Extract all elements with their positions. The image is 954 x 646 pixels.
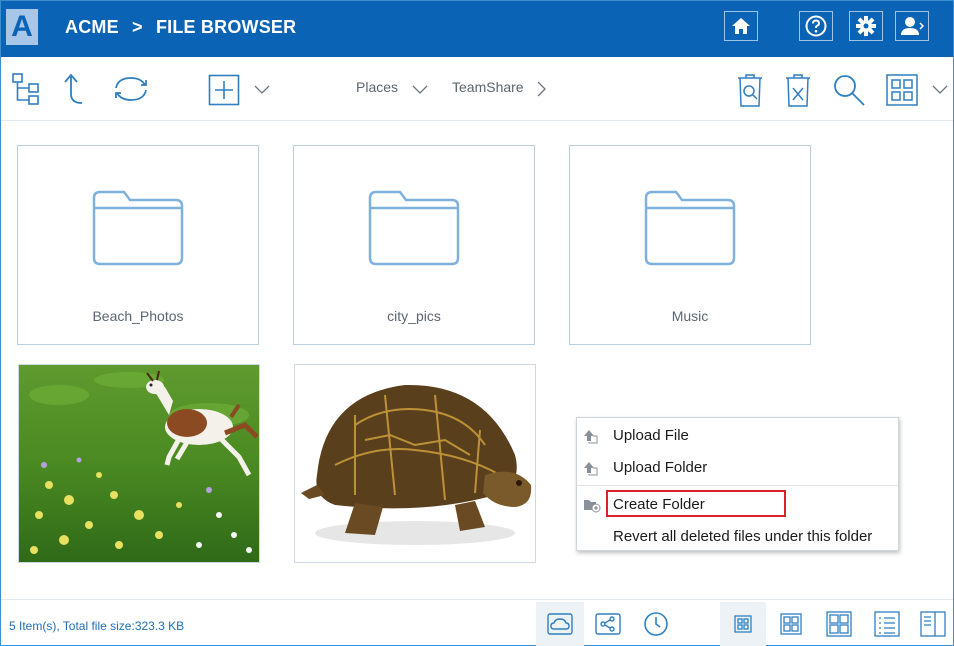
image-tile-goat[interactable] [18,364,260,563]
clock-icon [644,612,668,636]
view-preview-pane[interactable] [912,602,954,646]
image-tile-turtle[interactable] [294,364,536,563]
recycle-delete-icon [786,74,810,107]
menu-item-upload-file[interactable]: Upload File [577,420,898,450]
tab-share[interactable] [584,602,632,646]
user-icon [901,17,924,35]
large-grid-icon [826,611,852,637]
tree-view-button[interactable] [9,71,45,107]
status-bar: 5 Item(s), Total file size:323.3 KB [1,599,954,646]
folder-name: Music [671,308,709,324]
breadcrumb: ACME > FILE BROWSER [65,17,304,38]
view-large-grid[interactable] [816,602,862,646]
menu-item-revert-deleted[interactable]: Revert all deleted files under this fold… [577,521,898,551]
folder-icon [368,190,460,266]
places-dropdown-button[interactable] [409,79,431,99]
settings-button[interactable] [849,11,883,41]
chevron-down-icon [254,85,270,94]
folder-icon [92,190,184,266]
help-icon [805,15,827,37]
refresh-icon [115,77,147,101]
recycle-bin-search-button[interactable] [735,71,765,109]
up-folder-icon [64,73,83,104]
view-medium-grid[interactable] [768,602,814,646]
status-text: 5 Item(s), Total file size:323.3 KB [9,619,185,633]
menu-item-label: Upload Folder [613,459,708,476]
add-dropdown-button[interactable] [251,79,273,99]
folder-tile-city-pics[interactable]: city_pics [293,145,535,345]
home-button[interactable] [724,11,758,41]
menu-item-upload-folder[interactable]: Upload Folder [577,452,898,482]
view-list[interactable] [864,602,910,646]
recycle-search-icon [738,74,762,107]
tab-recent[interactable] [632,602,680,646]
view-mode-dropdown-button[interactable] [929,79,951,99]
view-small-grid[interactable] [720,602,766,646]
folder-name: city_pics [387,308,441,324]
acme-logo[interactable]: A [6,9,38,45]
upload-icon [584,462,598,476]
cloud-icon [547,613,573,635]
refresh-button[interactable] [109,71,153,107]
gear-icon [856,16,876,36]
help-button[interactable] [799,11,833,41]
highlight-box [606,490,786,517]
breadcrumb-next-button[interactable] [531,79,551,99]
folder-tile-beach-photos[interactable]: Beach_Photos [17,145,259,345]
places-dropdown-label[interactable]: Places [356,79,398,95]
view-mode-button[interactable] [885,73,919,107]
upload-icon [584,430,598,444]
search-icon [834,75,865,106]
home-icon [732,18,750,34]
list-icon [874,611,900,637]
breadcrumb-teamshare[interactable]: TeamShare [452,79,524,95]
chevron-right-icon [537,81,546,97]
small-grid-icon [734,615,752,633]
search-button[interactable] [831,71,867,109]
user-button[interactable] [895,11,929,41]
new-folder-icon [584,500,601,513]
recycle-bin-delete-button[interactable] [783,71,813,109]
menu-separator [577,485,898,486]
chevron-down-icon [412,85,428,94]
breadcrumb-separator: > [132,17,143,37]
context-menu: Upload File Upload Folder Create Folder … [576,417,899,551]
breadcrumb-brand[interactable]: ACME [65,17,119,37]
add-button[interactable] [207,73,241,107]
up-folder-button[interactable] [57,71,87,107]
top-header: A ACME > FILE BROWSER [1,1,953,57]
breadcrumb-title: FILE BROWSER [155,17,297,37]
folder-tile-music[interactable]: Music [569,145,811,345]
menu-item-label: Upload File [613,427,689,444]
add-icon [208,74,240,106]
toolbar: Places TeamShare [1,57,953,121]
tree-view-icon [12,73,39,105]
turtle-photo [295,365,535,562]
goat-photo [19,365,259,562]
chevron-down-icon [932,85,948,94]
menu-item-label: Revert all deleted files under this fold… [613,528,873,545]
share-icon [595,613,621,635]
medium-grid-icon [780,613,802,635]
tab-cloud[interactable] [536,602,584,646]
grid-view-icon [886,74,918,106]
preview-pane-icon [920,611,946,637]
folder-name: Beach_Photos [92,308,184,324]
folder-icon [644,190,736,266]
